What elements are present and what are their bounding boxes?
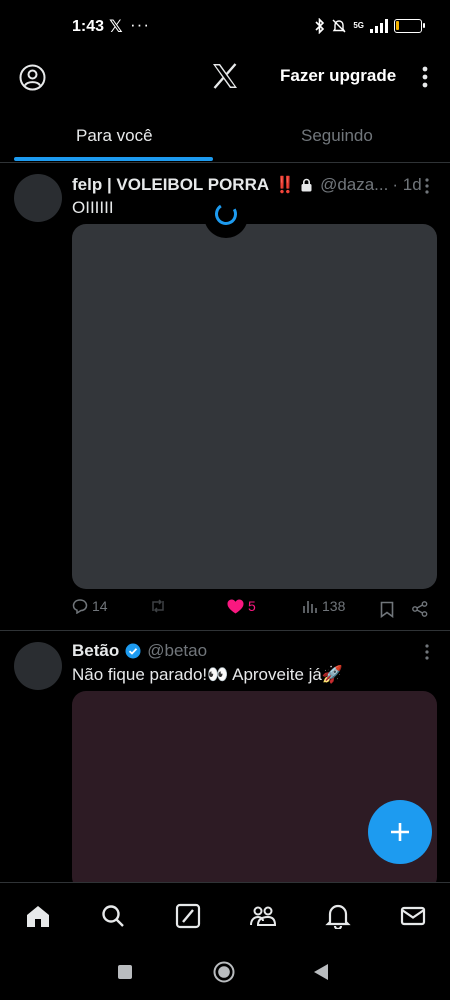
author-handle[interactable]: @betao bbox=[147, 641, 207, 661]
top-bar: Fazer upgrade bbox=[0, 56, 450, 100]
plus-icon bbox=[391, 823, 409, 841]
like-count: 5 bbox=[248, 598, 256, 614]
recents-button[interactable] bbox=[117, 964, 133, 980]
x-notification-icon: 𝕏 bbox=[109, 17, 123, 36]
bookmark-icon[interactable] bbox=[380, 601, 394, 618]
status-time: 1:43 bbox=[72, 18, 105, 35]
signal-icon bbox=[370, 19, 388, 33]
battery-icon: 2 bbox=[394, 19, 425, 33]
network-type: 5G bbox=[353, 21, 364, 30]
heart-icon bbox=[227, 599, 244, 613]
post-time: · 1d bbox=[392, 175, 422, 194]
post-header: Betão @betao bbox=[72, 641, 207, 661]
reply-button[interactable]: 14 bbox=[72, 598, 108, 614]
verified-badge-icon bbox=[125, 643, 141, 659]
compose-button[interactable] bbox=[368, 800, 432, 864]
post-text: Não fique parado!👀 Aproveite já🚀 bbox=[72, 665, 344, 684]
lock-icon bbox=[301, 178, 312, 192]
timeline-tabs: Para você Seguindo bbox=[0, 110, 450, 163]
profile-icon[interactable] bbox=[19, 64, 46, 91]
grok-icon[interactable] bbox=[175, 903, 201, 929]
avatar[interactable] bbox=[14, 174, 62, 222]
reply-icon bbox=[72, 599, 88, 614]
reply-count: 14 bbox=[92, 598, 108, 614]
avatar[interactable] bbox=[14, 642, 62, 690]
system-nav-bar bbox=[0, 948, 450, 1000]
status-icons: 5G 2 bbox=[315, 18, 425, 34]
more-notifications-icon: ··· bbox=[130, 15, 150, 34]
refresh-spinner bbox=[204, 190, 248, 238]
post-more-icon[interactable] bbox=[424, 643, 430, 661]
views-icon bbox=[303, 601, 317, 613]
tab-following[interactable]: Seguindo bbox=[301, 126, 373, 146]
home-button[interactable] bbox=[213, 961, 235, 983]
author-handle[interactable]: @daza... bbox=[320, 175, 388, 195]
battery-level: 2 bbox=[405, 20, 411, 30]
notifications-icon[interactable] bbox=[325, 903, 351, 929]
post-more-icon[interactable] bbox=[424, 177, 430, 195]
repost-icon bbox=[152, 599, 164, 613]
bottom-nav bbox=[0, 882, 450, 948]
search-icon[interactable] bbox=[100, 903, 126, 929]
active-tab-indicator bbox=[14, 157, 213, 161]
muted-bell-icon bbox=[332, 19, 346, 33]
communities-icon[interactable] bbox=[249, 903, 277, 929]
views-button[interactable]: 138 bbox=[302, 598, 345, 614]
upgrade-button[interactable]: Fazer upgrade bbox=[280, 66, 396, 86]
double-exclamation-emoji: ‼️ bbox=[275, 177, 296, 194]
status-bar: 1:43 𝕏 ··· 5G 2 bbox=[0, 0, 450, 56]
messages-icon[interactable] bbox=[400, 903, 426, 929]
loading-icon bbox=[215, 203, 237, 225]
post-text: OIIIIII bbox=[72, 198, 114, 217]
home-icon[interactable] bbox=[25, 903, 51, 929]
bluetooth-icon bbox=[315, 18, 325, 34]
more-vertical-icon[interactable] bbox=[416, 64, 434, 90]
repost-button[interactable] bbox=[149, 598, 167, 614]
post-media[interactable] bbox=[72, 224, 437, 589]
view-count: 138 bbox=[322, 598, 346, 614]
like-button[interactable]: 5 bbox=[227, 598, 256, 614]
back-button[interactable] bbox=[312, 963, 330, 981]
share-icon[interactable] bbox=[412, 601, 428, 617]
post-actions: 14 5 138 bbox=[72, 598, 437, 622]
tab-for-you[interactable]: Para você bbox=[76, 126, 153, 146]
x-logo-icon[interactable] bbox=[211, 62, 239, 90]
author-name[interactable]: Betão bbox=[72, 641, 119, 661]
